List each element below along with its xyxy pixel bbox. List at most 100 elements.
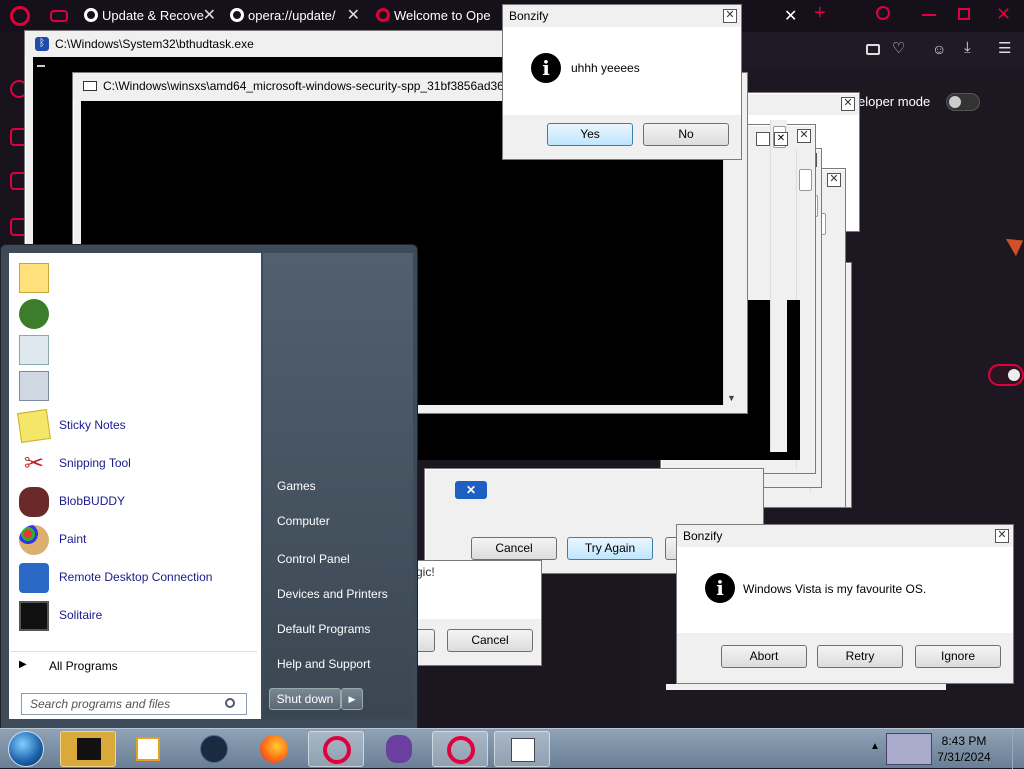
tray-expand-icon[interactable]: ▲ (870, 741, 880, 752)
developer-mode-toggle[interactable] (946, 93, 980, 111)
maximize-icon[interactable] (756, 132, 770, 146)
pinned-program[interactable] (11, 261, 257, 295)
start-search-input[interactable]: Search programs and files (21, 693, 247, 715)
media-player-icon (136, 737, 160, 761)
program-solitaire[interactable]: Solitaire (11, 599, 257, 633)
calculator-program[interactable] (11, 369, 257, 403)
start-item-games[interactable]: Games (277, 479, 316, 493)
taskbar-media-player[interactable] (120, 731, 176, 767)
blob-icon (19, 487, 49, 517)
globe-icon (19, 299, 49, 329)
profile-icon[interactable]: ☺ (932, 41, 946, 57)
firefox-icon (260, 735, 288, 763)
close-icon[interactable]: ✕ (841, 97, 855, 111)
close-icon[interactable]: ✕ (995, 529, 1009, 543)
close-tab-icon[interactable]: ✕ (203, 4, 216, 28)
console-icon (83, 81, 97, 91)
shutdown-button[interactable]: Shut down (269, 688, 341, 710)
taskbar-opera-2[interactable] (432, 731, 488, 767)
try-again-button[interactable]: Try Again (567, 537, 653, 560)
start-item-devices-printers[interactable]: Devices and Printers (277, 587, 388, 601)
search-icon (225, 698, 235, 708)
console-icon (77, 738, 101, 760)
program-snipping-tool[interactable]: ✂ Snipping Tool (11, 447, 257, 481)
program-paint[interactable]: Paint (11, 523, 257, 557)
close-icon[interactable]: ✕ (723, 9, 737, 23)
tab-opera-update[interactable]: opera://update/ ✕ (230, 4, 364, 28)
taskbar-console[interactable] (60, 731, 116, 767)
start-item-help-support[interactable]: Help and Support (277, 657, 370, 671)
abort-button[interactable]: Abort (721, 645, 807, 668)
start-menu-right-pane: Games Computer Control Panel Devices and… (263, 253, 413, 719)
notepad-icon (511, 738, 535, 762)
no-button[interactable]: No (643, 123, 729, 146)
close-icon[interactable]: ✕ (774, 132, 788, 146)
notepad-icon (19, 263, 49, 293)
developer-mode-label: eloper mode (858, 94, 931, 109)
close-tab-icon[interactable]: ✕ (347, 4, 360, 28)
opera-menu-icon[interactable] (10, 6, 30, 26)
ok-button[interactable] (415, 629, 435, 652)
restore-icon[interactable] (958, 8, 970, 20)
tab-update-recovery[interactable]: Update & Recove ✕ (84, 4, 220, 28)
retry-button[interactable]: Retry (817, 645, 903, 668)
close-window-icon[interactable]: ✕ (996, 4, 1011, 25)
yes-button[interactable]: Yes (547, 123, 633, 146)
taskbar-opera[interactable] (308, 731, 364, 767)
info-icon: i (531, 53, 561, 83)
tab-welcome[interactable]: Welcome to Ope (376, 4, 506, 28)
cards-icon (19, 601, 49, 631)
document-icon (19, 335, 49, 365)
new-tab-icon[interactable]: + (814, 2, 826, 25)
download-icon[interactable]: ⤓ (964, 39, 971, 56)
easy-setup-icon[interactable]: ☰ (998, 39, 1011, 57)
program-sticky-notes[interactable]: Sticky Notes (11, 409, 257, 443)
taskbar-firefox[interactable] (246, 731, 302, 767)
all-programs-item[interactable]: ▶ All Programs (11, 651, 257, 679)
clock[interactable]: 8:43 PM 7/31/2024 (934, 733, 994, 765)
calculator-icon (19, 371, 49, 401)
show-desktop-button[interactable] (1012, 729, 1024, 769)
sticky-notes-icon (17, 409, 51, 443)
cancel-button[interactable]: Cancel (447, 629, 533, 652)
taskbar-app[interactable] (184, 731, 240, 767)
dialog-message: uhhh yeeees (571, 61, 640, 75)
start-item-default-programs[interactable]: Default Programs (277, 622, 370, 636)
close-icon[interactable]: ✕ (797, 129, 811, 143)
ignore-button[interactable]: Ignore (915, 645, 1001, 668)
taskbar-notepad[interactable] (494, 731, 550, 767)
taskbar: ▲ 8:43 PM 7/31/2024 (0, 728, 1024, 769)
program-blobbuddy[interactable]: BlobBUDDY (11, 485, 257, 519)
tray-screen-icon[interactable] (886, 733, 932, 765)
camera-icon[interactable] (866, 44, 880, 55)
start-item-computer[interactable]: Computer (277, 514, 330, 528)
cancel-button[interactable]: Cancel (471, 537, 557, 560)
start-orb-icon[interactable] (8, 731, 44, 767)
start-menu: Sticky Notes ✂ Snipping Tool BlobBUDDY P… (0, 244, 418, 730)
minimize-icon[interactable] (922, 14, 936, 16)
pinned-program[interactable] (11, 297, 257, 331)
pinned-program[interactable] (11, 333, 257, 367)
bonzify-dialog-top[interactable]: Bonzify ✕ i uhhh yeeees Yes No (502, 4, 742, 160)
scissors-icon: ✂ (23, 450, 45, 477)
search-tabs-icon[interactable] (876, 6, 890, 20)
tab-gaming-icon[interactable] (50, 10, 68, 22)
bonzify-dialog-bottom[interactable]: Bonzify ✕ i Windows Vista is my favourit… (676, 524, 1014, 684)
opera-logo-icon (84, 8, 98, 22)
error-icon: ✕ (455, 481, 487, 499)
scroll-down-icon[interactable]: ▼ (727, 393, 736, 403)
shutdown-options-button[interactable]: ▶ (341, 688, 363, 710)
heart-icon[interactable]: ♡ (892, 39, 905, 57)
taskbar-bonzi[interactable] (372, 731, 428, 767)
dialog-message: Windows Vista is my favourite OS. (743, 582, 927, 596)
scrollbar[interactable] (770, 120, 787, 452)
window-shadow-edge (666, 684, 946, 690)
start-item-control-panel[interactable]: Control Panel (277, 552, 350, 566)
program-remote-desktop[interactable]: Remote Desktop Connection (11, 561, 257, 595)
close-tab-icon[interactable]: ✕ (784, 6, 797, 26)
opera-logo-icon (376, 8, 390, 22)
settings-toggle[interactable] (988, 364, 1024, 386)
clock-time: 8:43 PM (941, 734, 987, 748)
close-icon[interactable]: ✕ (827, 173, 841, 187)
console-title: C:\Windows\System32\bthudtask.exe (25, 31, 543, 57)
